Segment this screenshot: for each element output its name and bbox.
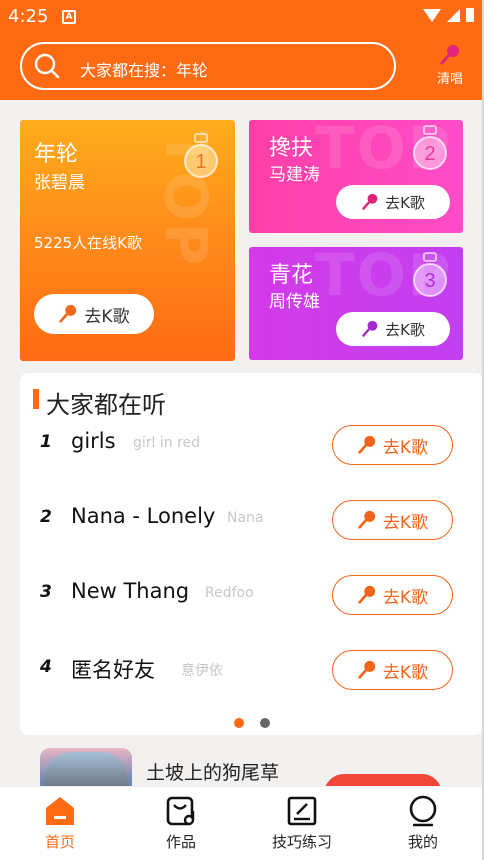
- section-title: 大家都在听: [46, 391, 166, 419]
- profile-icon: [409, 795, 437, 827]
- rank-number: 2: [424, 143, 435, 165]
- item-rank: 1: [40, 432, 52, 452]
- card-song: 搀扶: [269, 136, 314, 161]
- item-song: girls: [71, 429, 116, 453]
- microphone-icon: [440, 45, 459, 65]
- go-karaoke-label: 去K歌: [382, 587, 429, 608]
- microphone-icon: [358, 660, 376, 679]
- system-icons: [423, 8, 474, 22]
- microphone-icon: [358, 585, 376, 604]
- card-song: 青花: [269, 263, 314, 288]
- online-count: 5225人在线K歌: [34, 234, 143, 252]
- item-rank: 3: [40, 582, 52, 602]
- go-karaoke-label: 去K歌: [382, 512, 429, 533]
- item-singer: 意伊依: [181, 663, 223, 679]
- page-indicator: [234, 718, 270, 728]
- works-icon: [166, 796, 195, 826]
- list-item[interactable]: 1 girls girl in red 去K歌: [20, 425, 483, 500]
- next-song-item[interactable]: 土坡上的狗尾草: [40, 748, 484, 814]
- microphone-icon: [362, 193, 378, 210]
- everyone-listening-section: 大家都在听 1 girls girl in red 去K歌 2 Nana - L…: [20, 373, 483, 735]
- go-karaoke-button[interactable]: 去K歌: [332, 425, 453, 465]
- nav-item-practice[interactable]: 技巧练习: [257, 795, 347, 852]
- rank-medal-icon: 2: [413, 125, 447, 170]
- go-karaoke-button[interactable]: 去K歌: [332, 575, 453, 615]
- item-rank: 2: [40, 507, 52, 527]
- go-karaoke-button[interactable]: 去K歌: [332, 500, 453, 540]
- section-accent-bar: [33, 389, 39, 409]
- top-card-1[interactable]: TOP 1 年轮 张碧晨 5225人在线K歌 去K歌: [20, 120, 235, 361]
- item-song: 匿名好友: [71, 658, 155, 682]
- search-placeholder: 大家都在搜：年轮: [80, 61, 209, 80]
- home-icon: [46, 797, 74, 825]
- search-icon: [34, 53, 60, 79]
- go-karaoke-button[interactable]: 去K歌: [336, 185, 450, 219]
- battery-icon: [466, 8, 474, 22]
- microphone-icon: [358, 510, 376, 529]
- list-item[interactable]: 3 New Thang Redfoo 去K歌: [20, 575, 483, 650]
- rank-number: 3: [424, 270, 435, 292]
- qingchang-label: 清唱: [436, 72, 463, 87]
- bottom-nav: 首页 作品 技巧练习 我的: [0, 786, 484, 860]
- go-karaoke-label: 去K歌: [385, 193, 425, 212]
- search-bar[interactable]: 大家都在搜：年轮: [20, 42, 396, 90]
- page-dot-active[interactable]: [234, 718, 244, 728]
- status-bar: 4:25 A: [0, 0, 484, 34]
- list-item[interactable]: 4 匿名好友 意伊依 去K歌: [20, 650, 483, 725]
- microphone-icon: [59, 304, 77, 323]
- card-song: 年轮: [34, 142, 79, 167]
- practice-icon: [287, 796, 317, 826]
- item-singer: Nana: [227, 510, 264, 526]
- card-artist: 周传雄: [269, 292, 320, 312]
- next-song-title: 土坡上的狗尾草: [146, 762, 280, 784]
- card-artist: 张碧晨: [34, 173, 85, 193]
- rank-medal-icon: 1: [184, 133, 218, 178]
- nav-item-profile[interactable]: 我的: [378, 795, 468, 852]
- nav-label: 首页: [44, 833, 75, 851]
- item-song: New Thang: [71, 579, 190, 603]
- status-time: 4:25: [8, 6, 49, 27]
- item-singer: Redfoo: [205, 585, 254, 601]
- go-karaoke-button[interactable]: 去K歌: [336, 312, 450, 346]
- go-karaoke-button[interactable]: 去K歌: [34, 294, 154, 334]
- list-item[interactable]: 2 Nana - Lonely Nana 去K歌: [20, 500, 483, 575]
- nav-label: 作品: [165, 833, 196, 851]
- page-dot[interactable]: [260, 718, 270, 728]
- signal-icon: [447, 8, 460, 22]
- rank-number: 1: [195, 151, 206, 173]
- nav-label: 我的: [407, 833, 438, 851]
- card-artist: 马建涛: [269, 165, 320, 185]
- app-notification-icon: A: [62, 10, 76, 24]
- item-song: Nana - Lonely: [71, 504, 216, 528]
- microphone-icon: [358, 435, 376, 454]
- go-karaoke-label: 去K歌: [382, 437, 429, 458]
- go-karaoke-button[interactable]: 去K歌: [332, 650, 453, 690]
- top-card-2[interactable]: TOP 2 搀扶 马建涛 去K歌: [249, 120, 463, 233]
- wifi-icon: [423, 8, 441, 22]
- rank-medal-icon: 3: [413, 252, 447, 297]
- nav-label: 技巧练习: [271, 833, 332, 851]
- go-karaoke-label: 去K歌: [84, 306, 130, 327]
- go-karaoke-label: 去K歌: [385, 320, 425, 339]
- go-karaoke-label: 去K歌: [382, 662, 429, 683]
- microphone-icon: [362, 320, 378, 337]
- qingchang-button[interactable]: 清唱: [430, 44, 470, 87]
- top-card-3[interactable]: TOP 3 青花 周传雄 去K歌: [249, 247, 463, 360]
- nav-item-home[interactable]: 首页: [15, 795, 105, 852]
- item-singer: girl in red: [133, 435, 201, 451]
- item-rank: 4: [40, 657, 52, 677]
- nav-item-works[interactable]: 作品: [136, 795, 226, 852]
